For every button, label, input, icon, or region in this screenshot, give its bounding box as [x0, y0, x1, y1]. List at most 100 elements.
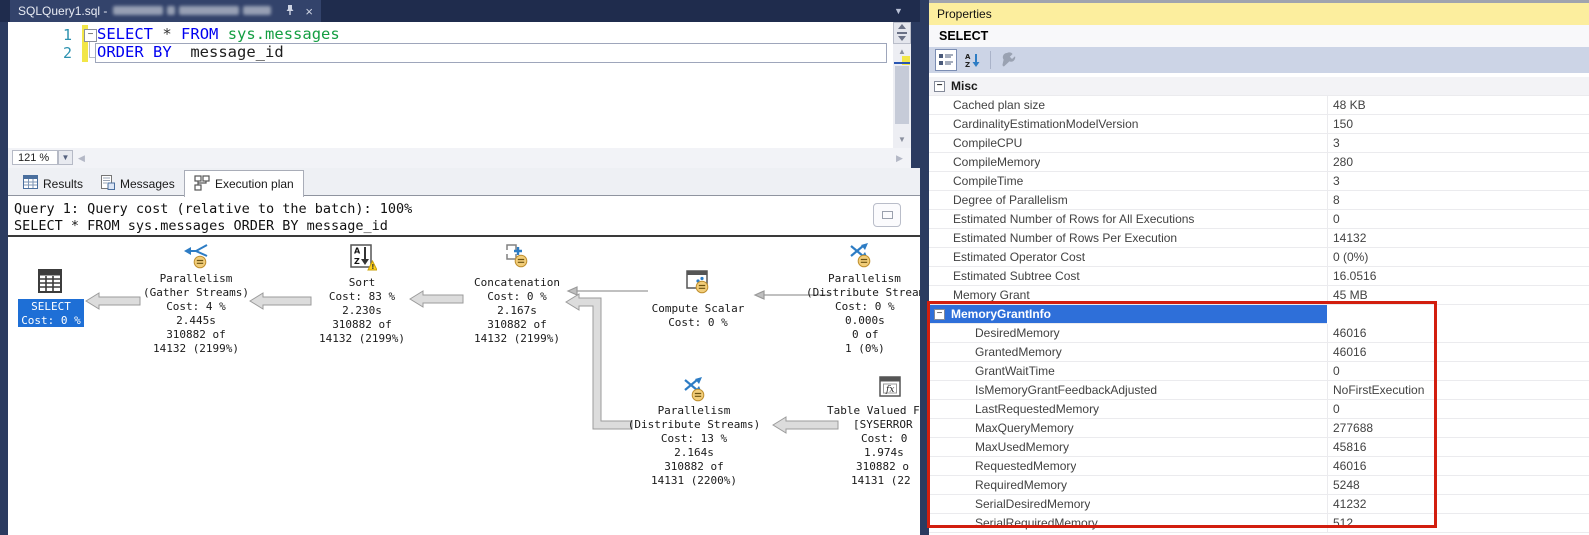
code-token: sys.messages: [228, 25, 340, 43]
property-row-serialrequiredmemory[interactable]: SerialRequiredMemory512: [929, 514, 1589, 533]
plan-node-parallelism-distribute-streams-top[interactable]: Parallelism: [828, 272, 901, 286]
toolbar-separator: [990, 51, 991, 69]
pin-icon[interactable]: [285, 4, 295, 19]
code-token: FROM: [181, 25, 218, 43]
property-row-serialdesiredmemory[interactable]: SerialDesiredMemory41232: [929, 495, 1589, 514]
property-row-desiredmemory[interactable]: DesiredMemory46016: [929, 324, 1589, 343]
scroll-right-icon[interactable]: ▶: [896, 153, 903, 164]
plan-header-separator: [8, 235, 920, 237]
value-column-divider: [1327, 96, 1328, 114]
value-column-divider: [1327, 438, 1328, 456]
plan-node-table-valued-function[interactable]: 310882 o: [856, 460, 909, 474]
property-value: 14132: [1333, 231, 1366, 245]
alphabetical-sort-button[interactable]: AZ: [961, 49, 983, 71]
property-row-cardinalityestimationmodelversion[interactable]: CardinalityEstimationModelVersion150: [929, 115, 1589, 134]
code-line[interactable]: SELECT * FROM sys.messages: [97, 25, 340, 43]
property-value: 280: [1333, 155, 1353, 169]
document-tab-sqlquery1[interactable]: SQLQuery1.sql - ×: [10, 0, 321, 22]
value-column-divider: [1327, 134, 1328, 152]
plan-node-table-valued-function[interactable]: 1.974s: [864, 446, 904, 460]
value-column-divider: [1327, 153, 1328, 171]
pane-splitter[interactable]: [920, 0, 929, 535]
properties-toolbar: AZ: [929, 47, 1589, 73]
zoom-level-select[interactable]: 121 %: [12, 150, 58, 165]
table-valued-function-icon[interactable]: fx: [877, 374, 903, 400]
scrollbar-caret-mark: [894, 62, 910, 64]
tab-list-dropdown-icon[interactable]: ▼: [894, 6, 903, 16]
property-row-compilememory[interactable]: CompileMemory280: [929, 153, 1589, 172]
parallelism-distribute-streams-top-icon[interactable]: [847, 242, 873, 268]
plan-node-parallelism-distribute-streams-top[interactable]: 0.000s: [845, 314, 885, 328]
property-row-requiredmemory[interactable]: RequiredMemory5248: [929, 476, 1589, 495]
plan-node-parallelism-distribute-streams-bottom[interactable]: Parallelism (Distribute Streams) Cost: 1…: [584, 404, 804, 488]
property-label: LastRequestedMemory: [975, 402, 1099, 416]
property-row-misc[interactable]: −Misc: [929, 77, 1589, 96]
plan-node-table-valued-function[interactable]: 14131 (22: [851, 474, 911, 488]
plan-node-select[interactable]: SELECT Cost: 0 %: [18, 299, 84, 327]
collapse-icon[interactable]: −: [934, 81, 945, 92]
property-row-grantedmemory[interactable]: GrantedMemory46016: [929, 343, 1589, 362]
scrollbar-thumb[interactable]: [895, 66, 909, 124]
compute-scalar-icon[interactable]: [685, 268, 711, 294]
result-tab-strip: ResultsMessagesExecution plan: [8, 168, 920, 196]
collapse-region-icon[interactable]: −: [84, 29, 97, 42]
tab-execution-plan[interactable]: Execution plan: [184, 170, 304, 197]
property-label: Estimated Subtree Cost: [953, 269, 1080, 283]
plan-node-parallelism-distribute-streams-top[interactable]: Cost: 0 %: [835, 300, 895, 314]
collapse-icon[interactable]: −: [934, 309, 945, 320]
tab-messages[interactable]: Messages: [92, 171, 184, 196]
close-icon[interactable]: ×: [305, 5, 313, 18]
property-row-cached-plan-size[interactable]: Cached plan size48 KB: [929, 96, 1589, 115]
code-line[interactable]: ORDER BY message_id: [97, 43, 284, 61]
property-row-ismemorygrantfeedbackadjusted[interactable]: IsMemoryGrantFeedbackAdjustedNoFirstExec…: [929, 381, 1589, 400]
property-row-memory-grant[interactable]: Memory Grant45 MB: [929, 286, 1589, 305]
property-row-grantwaittime[interactable]: GrantWaitTime0: [929, 362, 1589, 381]
plan-node-parallelism-distribute-streams-top[interactable]: (Distribute Stream: [806, 286, 920, 300]
plan-node-parallelism-distribute-streams-top[interactable]: 0 of: [852, 328, 879, 342]
editor-vertical-scrollbar[interactable]: ▲ ▼: [893, 22, 911, 148]
property-row-estimated-number-of-rows-per-execution[interactable]: Estimated Number of Rows Per Execution14…: [929, 229, 1589, 248]
value-column-divider: [1327, 229, 1328, 247]
property-row-estimated-operator-cost[interactable]: Estimated Operator Cost0 (0%): [929, 248, 1589, 267]
property-row-estimated-subtree-cost[interactable]: Estimated Subtree Cost16.0516: [929, 267, 1589, 286]
concatenation-icon[interactable]: [504, 242, 530, 268]
line-number: 2: [50, 44, 72, 62]
scroll-down-icon[interactable]: ▼: [893, 135, 911, 144]
property-row-requestedmemory[interactable]: RequestedMemory46016: [929, 457, 1589, 476]
tab-results[interactable]: Results: [14, 171, 92, 196]
zoom-dropdown-icon[interactable]: ▼: [58, 150, 73, 165]
scroll-up-icon[interactable]: ▲: [893, 47, 911, 56]
split-window-grip[interactable]: [893, 22, 911, 44]
property-value: 5248: [1333, 478, 1360, 492]
parallelism-gather-streams-icon[interactable]: [183, 243, 209, 269]
scroll-left-icon[interactable]: ◀: [78, 153, 85, 164]
property-row-maxusedmemory[interactable]: MaxUsedMemory45816: [929, 438, 1589, 457]
categorized-button[interactable]: [935, 49, 957, 71]
sql-editor[interactable]: − 1SELECT * FROM sys.messages2ORDER BY m…: [8, 22, 893, 148]
plan-node-table-valued-function[interactable]: [SYSERROR: [853, 418, 913, 432]
property-value: 45 MB: [1333, 288, 1368, 302]
property-label: Estimated Operator Cost: [953, 250, 1085, 264]
execution-plan-pane[interactable]: Query 1: Query cost (relative to the bat…: [8, 196, 920, 535]
property-pages-button[interactable]: [998, 49, 1020, 71]
plan-node-compute-scalar[interactable]: Compute Scalar Cost: 0 %: [588, 302, 808, 330]
property-value: 0: [1333, 402, 1340, 416]
select-icon[interactable]: [37, 268, 63, 294]
property-row-degree-of-parallelism[interactable]: Degree of Parallelism8: [929, 191, 1589, 210]
parallelism-distribute-streams-bottom-icon[interactable]: [681, 376, 707, 402]
property-row-lastrequestedmemory[interactable]: LastRequestedMemory 0: [929, 400, 1589, 419]
plan-zoom-to-fit-button[interactable]: [873, 203, 901, 227]
property-row-compiletime[interactable]: CompileTime3: [929, 172, 1589, 191]
sort-icon[interactable]: AZ!: [349, 244, 375, 270]
property-row-compilecpu[interactable]: CompileCPU3: [929, 134, 1589, 153]
svg-text:!: !: [371, 263, 374, 271]
property-row-estimated-number-of-rows-for-all-executions[interactable]: Estimated Number of Rows for All Executi…: [929, 210, 1589, 229]
property-row-maxquerymemory[interactable]: MaxQueryMemory277688: [929, 419, 1589, 438]
plan-node-parallelism-distribute-streams-top[interactable]: 1 (0%): [845, 342, 885, 356]
property-value: 45816: [1333, 440, 1366, 454]
property-row-memorygrantinfo[interactable]: −MemoryGrantInfo: [929, 305, 1327, 324]
plan-node-table-valued-function[interactable]: Table Valued F: [827, 404, 920, 418]
property-label: CompileCPU: [953, 136, 1022, 150]
properties-title-bar[interactable]: Properties: [929, 3, 1589, 25]
plan-node-table-valued-function[interactable]: Cost: 0: [861, 432, 907, 446]
